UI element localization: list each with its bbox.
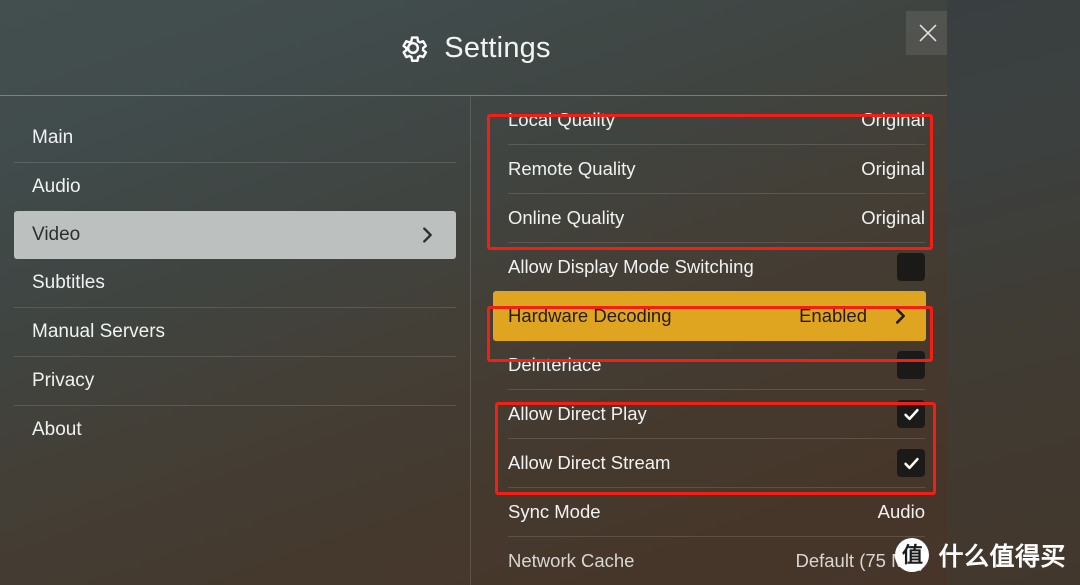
setting-row-value: Original: [861, 109, 925, 130]
close-icon: [915, 20, 941, 46]
backdrop-right: [947, 0, 1080, 585]
setting-row-value: Enabled: [799, 305, 867, 326]
sidebar-item-about[interactable]: About: [14, 406, 456, 454]
setting-row-allow-direct-play[interactable]: Allow Direct Play: [471, 390, 947, 438]
close-button[interactable]: [906, 11, 947, 55]
sidebar-item-subtitles[interactable]: Subtitles: [14, 259, 456, 307]
watermark-logo: 值: [895, 538, 930, 572]
page-title-text: Settings: [444, 31, 551, 64]
settings-panel: Settings Main Audio Video Subtitles Manual S…: [0, 0, 947, 585]
checkbox-unchecked[interactable]: [897, 253, 925, 281]
sidebar-item-label: Privacy: [32, 370, 95, 391]
settings-sidebar: Main Audio Video Subtitles Manual Servers Pri…: [0, 96, 470, 585]
checkbox-checked[interactable]: [897, 449, 925, 477]
setting-row-label: Network Cache: [508, 550, 635, 571]
setting-row-label: Online Quality: [508, 207, 625, 228]
sidebar-item-label: Video: [32, 224, 81, 245]
setting-row-online-quality[interactable]: Online Quality Original: [471, 194, 947, 242]
sidebar-item-privacy[interactable]: Privacy: [14, 357, 456, 405]
setting-row-label: Sync Mode: [508, 501, 601, 522]
setting-row-label: Allow Direct Stream: [508, 452, 671, 473]
setting-row-label: Deinterlace: [508, 354, 602, 375]
sidebar-item-label: Subtitles: [32, 272, 105, 293]
sidebar-item-main[interactable]: Main: [14, 114, 456, 162]
setting-row-value: Original: [861, 158, 925, 179]
setting-row-label: Allow Direct Play: [508, 403, 647, 424]
sidebar-item-video[interactable]: Video: [14, 211, 456, 259]
checkbox-unchecked[interactable]: [897, 351, 925, 379]
setting-row-label: Hardware Decoding: [508, 305, 672, 326]
sidebar-item-label: Main: [32, 127, 74, 148]
settings-content-list: Local Quality Original Remote Quality Origi…: [471, 96, 947, 585]
setting-row-network-cache[interactable]: Network Cache Default (75 MB): [471, 537, 947, 585]
setting-row-label: Remote Quality: [508, 158, 636, 179]
chevron-right-icon: [889, 305, 911, 327]
setting-row-value: Original: [861, 207, 925, 228]
sidebar-item-manual-servers[interactable]: Manual Servers: [14, 308, 456, 356]
setting-row-label: Local Quality: [508, 109, 615, 130]
setting-row-allow-display-mode-switching[interactable]: Allow Display Mode Switching: [471, 243, 947, 291]
chevron-right-icon: [416, 224, 438, 246]
sidebar-item-label: About: [32, 419, 82, 440]
setting-row-local-quality[interactable]: Local Quality Original: [471, 96, 947, 144]
settings-screen: Settings Main Audio Video Subtitles Manual S…: [0, 0, 1080, 585]
setting-row-deinterlace[interactable]: Deinterlace: [471, 341, 947, 389]
sidebar-item-audio[interactable]: Audio: [14, 163, 456, 211]
page-title: Settings: [0, 0, 947, 96]
setting-row-sync-mode[interactable]: Sync Mode Audio: [471, 488, 947, 536]
setting-row-allow-direct-stream[interactable]: Allow Direct Stream: [471, 439, 947, 487]
setting-row-value: Audio: [877, 501, 925, 522]
check-icon: [902, 405, 921, 424]
sidebar-item-label: Audio: [32, 176, 81, 197]
check-icon: [902, 454, 921, 473]
gear-icon: [396, 31, 430, 65]
sidebar-item-label: Manual Servers: [32, 321, 166, 342]
setting-row-hardware-decoding[interactable]: Hardware Decoding Enabled: [493, 291, 926, 341]
watermark: 值 什么值得买: [895, 537, 1066, 573]
watermark-text: 什么值得买: [938, 543, 1066, 571]
settings-header: Settings: [0, 0, 947, 96]
setting-row-remote-quality[interactable]: Remote Quality Original: [471, 145, 947, 193]
checkbox-checked[interactable]: [897, 400, 925, 428]
setting-row-label: Allow Display Mode Switching: [508, 256, 754, 277]
